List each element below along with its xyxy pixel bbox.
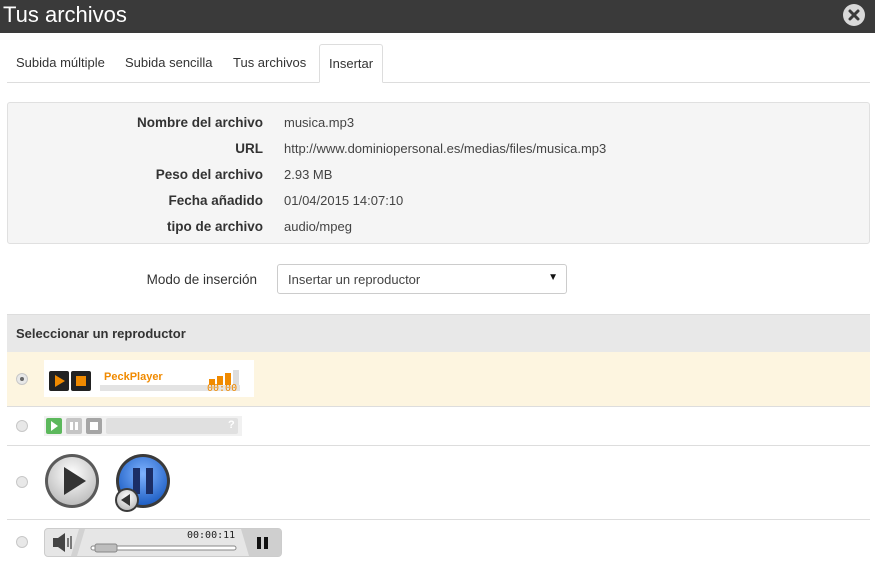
insert-mode-select[interactable]: Insertar un reproductor ▼ bbox=[277, 264, 567, 294]
simple-player-help: ? bbox=[228, 419, 235, 431]
player-radio-simple[interactable] bbox=[16, 420, 28, 432]
info-value: http://www.dominiopersonal.es/medias/fil… bbox=[284, 141, 607, 156]
title-bar: Tus archivos bbox=[0, 0, 875, 33]
tab-subida-multiple[interactable]: Subida múltiple bbox=[7, 44, 114, 81]
play-icon bbox=[45, 454, 99, 508]
info-row-size: Peso del archivo 2.93 MB bbox=[8, 167, 869, 193]
info-label: Nombre del archivo bbox=[136, 115, 263, 130]
peck-player-time: 00:00 bbox=[207, 383, 238, 394]
simple-player: ? bbox=[44, 416, 242, 436]
info-value: 2.93 MB bbox=[284, 167, 333, 182]
tab-subida-sencilla[interactable]: Subida sencilla bbox=[116, 44, 221, 81]
info-label: URL bbox=[235, 141, 263, 156]
tab-tus-archivos[interactable]: Tus archivos bbox=[224, 44, 315, 81]
info-label: tipo de archivo bbox=[166, 219, 263, 234]
close-button[interactable] bbox=[843, 4, 865, 26]
volume-icon bbox=[53, 533, 72, 552]
native-player-graphic bbox=[53, 529, 281, 556]
close-icon bbox=[848, 9, 860, 21]
player-row-round[interactable] bbox=[7, 446, 870, 520]
info-label: Peso del archivo bbox=[155, 167, 263, 182]
native-player: 00:00:11 bbox=[44, 528, 282, 557]
tab-insertar[interactable]: Insertar bbox=[319, 44, 384, 83]
info-row-date: Fecha añadido 01/04/2015 14:07:10 bbox=[8, 193, 869, 219]
insert-mode-value: Insertar un reproductor bbox=[288, 272, 421, 287]
player-row-native[interactable]: 00:00:11 bbox=[7, 520, 870, 565]
simple-player-graphic bbox=[46, 418, 238, 434]
round-player bbox=[45, 454, 170, 512]
info-row-name: Nombre del archivo musica.mp3 bbox=[8, 115, 869, 141]
seek-handle bbox=[94, 543, 118, 553]
player-radio-native[interactable] bbox=[16, 536, 28, 548]
info-value: audio/mpeg bbox=[284, 219, 352, 234]
peck-player-name: PeckPlayer bbox=[104, 371, 163, 383]
info-value: 01/04/2015 14:07:10 bbox=[284, 193, 404, 208]
caret-down-icon: ▼ bbox=[548, 272, 558, 283]
info-label: Fecha añadido bbox=[168, 193, 263, 208]
native-player-time: 00:00:11 bbox=[187, 530, 236, 541]
info-value: musica.mp3 bbox=[284, 115, 355, 130]
player-list-title: Seleccionar un reproductor bbox=[16, 326, 186, 341]
tab-bar: Subida múltiple Subida sencilla Tus arch… bbox=[7, 44, 870, 83]
info-row-url: URL http://www.dominiopersonal.es/medias… bbox=[8, 141, 869, 167]
window-title: Tus archivos bbox=[3, 2, 127, 27]
peck-player: PeckPlayer 00:00 bbox=[44, 360, 254, 397]
rewind-icon bbox=[115, 488, 139, 512]
file-info-panel: Nombre del archivo musica.mp3 URL http:/… bbox=[7, 102, 870, 244]
player-row-peck[interactable]: PeckPlayer 00:00 bbox=[7, 352, 870, 407]
player-row-simple[interactable]: ? bbox=[7, 407, 870, 446]
info-row-type: tipo de archivo audio/mpeg bbox=[8, 219, 869, 245]
player-list-header: Seleccionar un reproductor bbox=[7, 314, 870, 353]
insert-mode-label: Modo de inserción bbox=[146, 272, 257, 287]
player-radio-round[interactable] bbox=[16, 476, 28, 488]
player-radio-peck[interactable] bbox=[16, 373, 28, 385]
